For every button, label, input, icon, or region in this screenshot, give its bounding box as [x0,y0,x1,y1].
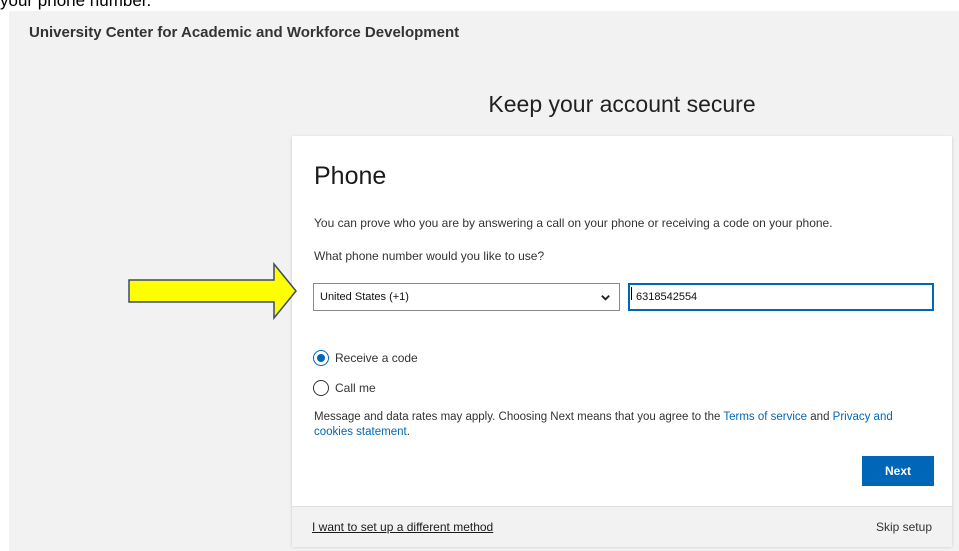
phone-setup-card: Phone You can prove who you are by answe… [292,136,952,547]
rates-text-and: and [807,411,833,423]
receive-code-option[interactable]: Receive a code [313,348,418,368]
rates-text-suffix: . [406,426,410,438]
call-me-radio[interactable] [313,380,329,396]
right-arrow-icon [128,262,297,320]
card-description: You can prove who you are by answering a… [314,216,833,230]
call-me-option[interactable]: Call me [313,378,376,398]
chevron-down-icon [601,295,610,301]
terms-of-service-link[interactable]: Terms of service [723,411,807,423]
next-button[interactable]: Next [862,456,934,486]
caption-text: your phone number. [0,0,152,10]
country-code-value: United States (+1) [320,291,409,303]
card-footer: I want to set up a different method Skip… [292,506,952,547]
phone-question: What phone number would you like to use? [314,249,545,263]
call-me-label: Call me [335,381,376,395]
page-title: Keep your account secure [488,91,756,117]
phone-number-input[interactable]: 6318542554 [628,283,934,311]
skip-setup-link[interactable]: Skip setup [876,520,932,534]
different-method-link[interactable]: I want to set up a different method [312,520,493,534]
screenshot-frame: your phone number. University Center for… [0,0,959,551]
text-caret [631,287,632,300]
card-title: Phone [314,162,387,190]
org-name-header: University Center for Academic and Workf… [29,24,460,41]
country-code-select[interactable]: United States (+1) [313,283,620,311]
phone-number-value: 6318542554 [636,291,698,303]
receive-code-label: Receive a code [335,351,418,365]
rates-disclaimer: Message and data rates may apply. Choosi… [314,410,934,440]
receive-code-radio[interactable] [313,350,329,366]
rates-text-prefix: Message and data rates may apply. Choosi… [314,411,724,423]
